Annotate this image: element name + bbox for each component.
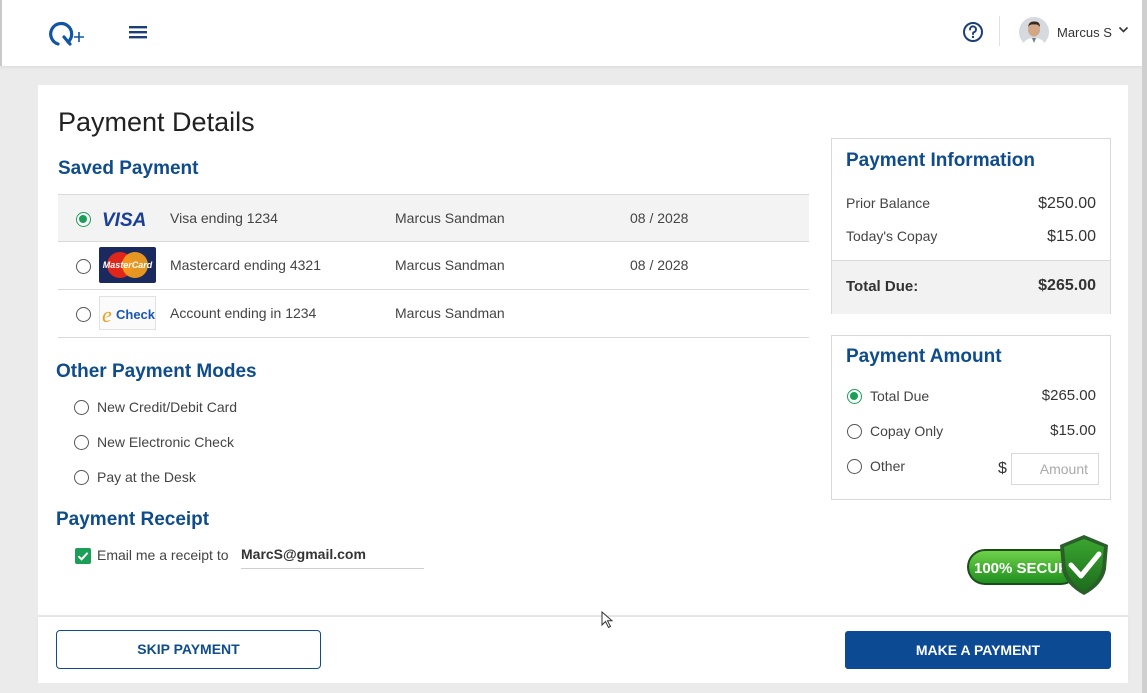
total-due-radio[interactable] [847,389,862,404]
user-avatar[interactable] [1019,17,1049,47]
other-amount-label[interactable]: Other [870,458,905,474]
hamburger-menu-icon[interactable] [127,22,149,42]
payment-label: Visa ending 1234 [170,210,278,226]
svg-text:e: e [102,302,112,327]
saved-payment-radio[interactable] [76,212,91,227]
checkmark-icon [77,552,89,561]
email-receipt-checkbox[interactable] [75,548,91,564]
secure-badge-icon: 100% SECURE [967,535,1108,595]
saved-payment-heading: Saved Payment [58,158,199,179]
skip-payment-button[interactable]: SKIP PAYMENT [56,630,321,669]
copay-label: Today's Copay [846,228,938,244]
total-due-value: $265.00 [1038,277,1096,294]
pay-at-desk-radio[interactable] [74,470,89,485]
user-name[interactable]: Marcus S [1057,25,1112,40]
app-logo[interactable] [44,18,90,48]
payment-information-panel: Payment Information Prior Balance $250.0… [831,138,1111,314]
email-field-underline [241,568,424,569]
new-echeck-radio[interactable] [74,435,89,450]
prior-balance-label: Prior Balance [846,195,931,211]
copay-only-value: $15.00 [1050,422,1096,439]
window-edge [1142,0,1147,693]
prior-balance-value: $250.00 [1038,195,1096,212]
total-due-option-value: $265.00 [1041,387,1096,404]
saved-payment-row[interactable]: e Check Account ending in 1234 Marcus Sa… [58,290,809,338]
new-card-radio[interactable] [74,400,89,415]
svg-text:VISA: VISA [102,210,146,231]
svg-text:Check: Check [116,307,156,322]
payment-amount-heading: Payment Amount [846,346,1002,367]
new-echeck-label[interactable]: New Electronic Check [97,434,234,450]
make-payment-button[interactable]: MAKE A PAYMENT [845,631,1111,669]
receipt-email-field[interactable]: MarcS@gmail.com [241,546,366,562]
other-modes-heading: Other Payment Modes [56,361,257,382]
card-holder: Marcus Sandman [395,210,505,226]
payment-amount-panel: Payment Amount Total Due $265.00 Copay O… [831,335,1111,500]
payment-label: Mastercard ending 4321 [170,257,321,273]
card-expiry: 08 / 2028 [630,257,689,273]
saved-payment-radio[interactable] [76,307,91,322]
page-title: Payment Details [58,107,255,137]
other-amount-radio[interactable] [847,459,862,474]
total-due-option-label[interactable]: Total Due [870,388,929,404]
email-receipt-label[interactable]: Email me a receipt to [97,547,229,563]
total-due-bar: Total Due: $265.00 [832,260,1110,314]
saved-payment-radio[interactable] [76,259,91,274]
copay-only-radio[interactable] [847,424,862,439]
card-expiry: 08 / 2028 [630,210,689,226]
payment-label: Account ending in 1234 [170,305,317,321]
chevron-down-icon[interactable] [1118,26,1129,34]
new-card-label[interactable]: New Credit/Debit Card [97,399,237,415]
help-icon[interactable] [962,21,984,43]
payment-information-heading: Payment Information [846,150,1035,171]
mouse-cursor-icon [601,611,614,629]
card-holder: Marcus Sandman [395,257,505,273]
total-due-label: Total Due: [846,278,919,295]
saved-payment-row[interactable]: VISA Visa ending 1234 Marcus Sandman 08 … [58,194,809,242]
copay-value: $15.00 [1047,228,1096,245]
header-divider [999,16,1000,46]
echeck-logo-icon: e Check [99,296,156,330]
mastercard-logo-icon: MasterCard [99,247,156,283]
card-holder: Marcus Sandman [395,305,505,321]
other-amount-input[interactable] [1011,453,1099,485]
receipt-heading: Payment Receipt [56,509,210,530]
svg-text:MasterCard: MasterCard [103,260,153,270]
pay-at-desk-label[interactable]: Pay at the Desk [97,469,196,485]
visa-logo-icon: VISA [102,210,146,231]
saved-payment-row[interactable]: MasterCard Mastercard ending 4321 Marcus… [58,242,809,290]
currency-symbol: $ [998,460,1007,477]
copay-only-label[interactable]: Copay Only [870,423,943,439]
